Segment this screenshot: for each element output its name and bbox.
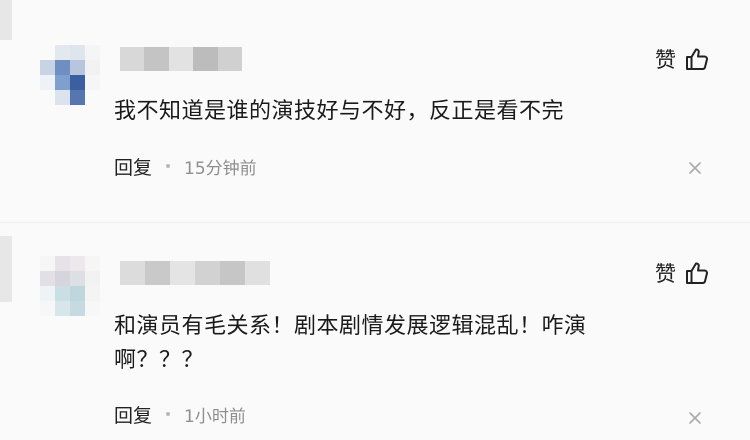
avatar-pixel: [85, 256, 100, 271]
avatar-pixel: [70, 286, 85, 301]
avatar-pixel: [55, 286, 70, 301]
avatar-pixel: [70, 271, 85, 286]
comment-item: 赞 和演员有毛关系！剧本剧情发展逻辑混乱！咋演啊？？？ 回复 1小时前: [0, 222, 750, 440]
like-button[interactable]: 赞: [655, 258, 710, 288]
avatar-pixel: [85, 271, 100, 286]
close-icon[interactable]: [688, 410, 702, 424]
avatar-pixel: [55, 60, 70, 75]
avatar-pixel: [55, 271, 70, 286]
username-blur-segment: [145, 261, 170, 285]
like-button[interactable]: 赞: [655, 44, 710, 74]
avatar-pixel: [85, 286, 100, 301]
username-blur-segment: [144, 47, 169, 71]
comment-text: 和演员有毛关系！剧本剧情发展逻辑混乱！咋演啊？？？: [114, 314, 587, 373]
avatar-pixel: [70, 256, 85, 271]
username-blur-segment: [195, 261, 220, 285]
avatar-pixel: [40, 256, 55, 271]
comment-item: 赞 我不知道是谁的演技好与不好，反正是看不完 回复 15分钟前: [0, 0, 750, 220]
avatar[interactable]: [40, 256, 100, 316]
separator-dot: [166, 412, 171, 416]
avatar-pixel: [85, 60, 100, 75]
reply-button[interactable]: 回复: [114, 153, 152, 180]
username-blur-segment: [120, 261, 145, 285]
like-label: 赞: [655, 48, 676, 72]
username-blur-segment: [193, 47, 218, 71]
avatar-pixel: [70, 301, 85, 316]
avatar-pixel: [40, 60, 55, 75]
timestamp: 15分钟前: [184, 158, 257, 179]
avatar-pixel: [40, 90, 55, 105]
username-blurred[interactable]: [120, 261, 270, 285]
username-blur-segment: [168, 47, 194, 71]
username-blur-segment: [217, 47, 243, 71]
avatar-pixel: [40, 75, 55, 90]
avatar-pixel: [70, 60, 85, 75]
avatar-pixel: [40, 271, 55, 286]
avatar-pixel: [85, 45, 100, 60]
reply-button[interactable]: 回复: [114, 401, 152, 428]
like-label: 赞: [655, 262, 676, 286]
thumbs-up-icon[interactable]: [684, 46, 710, 72]
avatar-pixel: [70, 75, 85, 90]
separator-dot: [166, 164, 171, 168]
username-blur-segment: [245, 261, 270, 285]
close-icon[interactable]: [688, 160, 702, 174]
avatar-pixel: [55, 256, 70, 271]
avatar-pixel: [55, 75, 70, 90]
avatar[interactable]: [40, 45, 100, 105]
avatar-pixel: [55, 301, 70, 316]
username-blur-segment: [120, 47, 145, 71]
avatar-pixel: [40, 286, 55, 301]
avatar-pixel: [70, 45, 85, 60]
avatar-pixel: [85, 301, 100, 316]
comment-list: 赞 我不知道是谁的演技好与不好，反正是看不完 回复 15分钟前 赞 和演员有毛关…: [0, 0, 750, 440]
avatar-pixel: [85, 90, 100, 105]
avatar-pixel: [85, 75, 100, 90]
comment-text: 我不知道是谁的演技好与不好，反正是看不完: [114, 99, 565, 124]
username-blur-segment: [220, 261, 245, 285]
username-blurred[interactable]: [120, 47, 243, 71]
avatar-pixel: [40, 45, 55, 60]
timestamp: 1小时前: [184, 406, 246, 427]
comment-actions: 回复 1小时前: [114, 401, 246, 427]
avatar-pixel: [55, 45, 70, 60]
username-blur-segment: [170, 261, 195, 285]
avatar-pixel: [70, 90, 85, 105]
comment-actions: 回复 15分钟前: [114, 153, 257, 179]
avatar-pixel: [40, 301, 55, 316]
thumbs-up-icon[interactable]: [684, 260, 710, 286]
avatar-pixel: [55, 90, 70, 105]
